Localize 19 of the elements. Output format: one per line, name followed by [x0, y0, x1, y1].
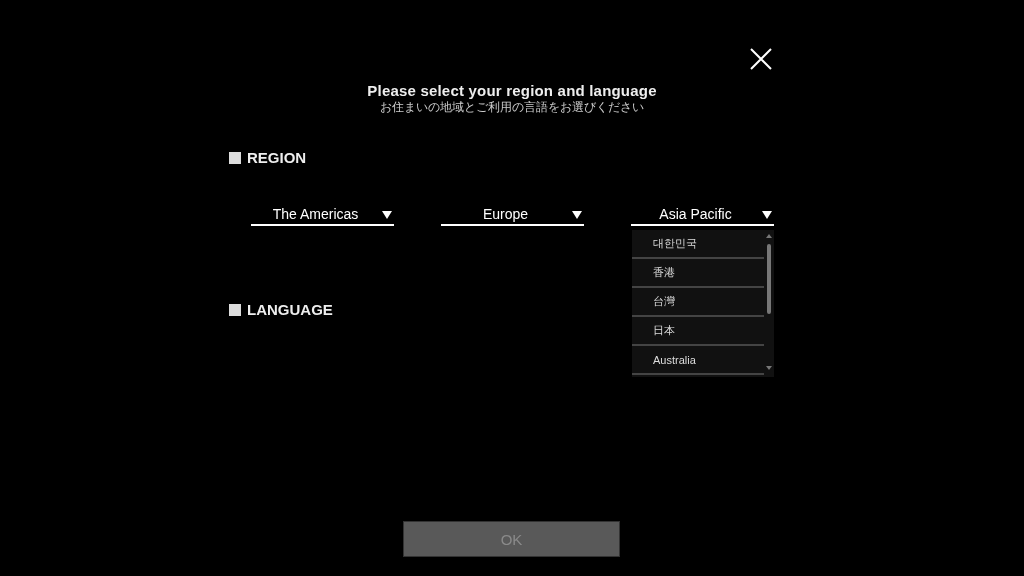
dialog-title: Please select your region and language — [367, 82, 657, 99]
dropdown-option[interactable]: 香港 — [632, 259, 764, 288]
section-heading: REGION — [247, 149, 307, 166]
caret-icon — [762, 211, 772, 219]
section-heading: LANGUAGE — [247, 301, 333, 318]
caret-icon — [382, 211, 392, 219]
dropdown-option[interactable]: 台灣 — [632, 288, 764, 317]
square-icon — [229, 303, 241, 316]
close-icon — [750, 48, 772, 70]
dialog-subtitle: お住まいの地域とご利用の言語をお選びください — [380, 100, 644, 115]
close-button[interactable] — [749, 47, 773, 71]
region-dropdown[interactable]: Europe — [441, 206, 584, 226]
square-icon — [229, 151, 241, 164]
region-dropdown[interactable]: The Americas — [251, 206, 394, 226]
dropdown-option[interactable]: Australia — [632, 346, 764, 375]
dropdown-option[interactable]: 日本 — [632, 317, 764, 346]
region-dropdown[interactable]: Asia Pacific — [631, 206, 774, 226]
dropdown-option[interactable]: 대한민국 — [632, 230, 764, 259]
caret-icon — [572, 211, 582, 219]
